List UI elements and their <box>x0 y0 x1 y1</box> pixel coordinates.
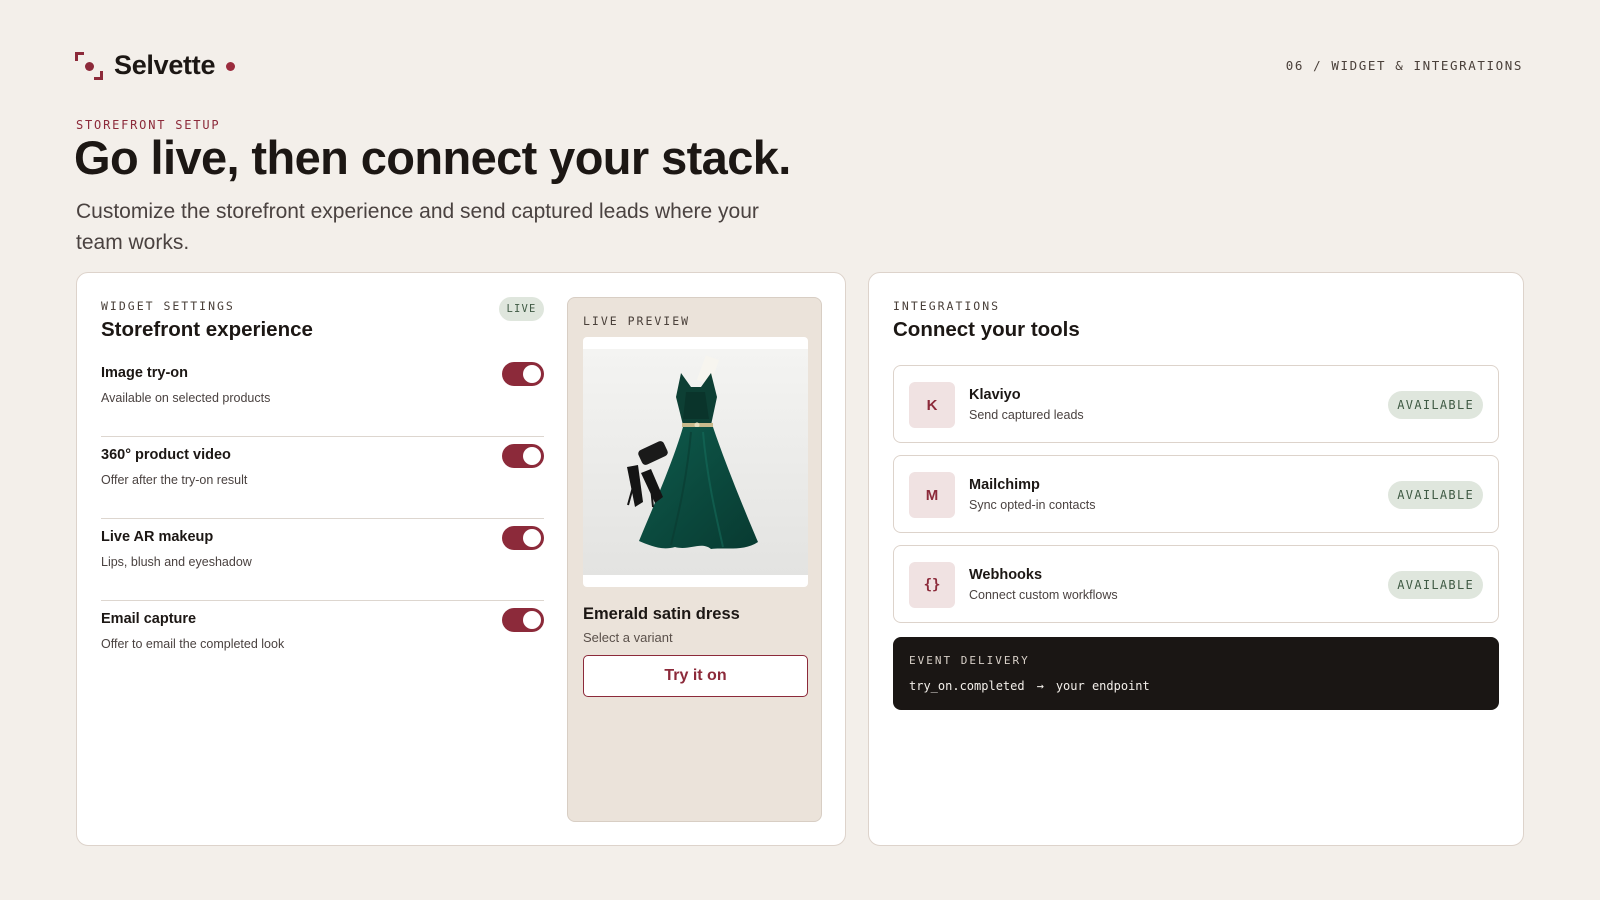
page-title: Go live, then connect your stack. <box>74 131 791 184</box>
event-route: try_on.completed → your endpoint <box>909 679 1150 693</box>
event-delivery-label: EVENT DELIVERY <box>909 654 1030 667</box>
integration-description: Sync opted-in contacts <box>969 498 1096 512</box>
integration-webhooks[interactable]: {} Webhooks Connect custom workflows AVA… <box>893 545 1499 623</box>
toggle-knob <box>523 447 541 465</box>
brand-dot-icon <box>226 62 236 71</box>
integrations-card-title: Connect your tools <box>893 318 1080 341</box>
setting-description: Available on selected products <box>101 391 271 405</box>
integrations-list: K Klaviyo Send captured leads AVAILABLE … <box>893 365 1499 635</box>
webhooks-braces-icon: {} <box>909 562 955 608</box>
page-subtitle: Customize the storefront experience and … <box>76 200 759 254</box>
integrations-section-label: INTEGRATIONS <box>893 299 1001 313</box>
page-counter: 06 / WIDGET & INTEGRATIONS <box>1285 58 1523 73</box>
integration-description: Connect custom workflows <box>969 588 1118 602</box>
brand-mark-icon <box>75 51 103 80</box>
product-video-toggle[interactable] <box>502 444 544 468</box>
product-image <box>583 337 808 587</box>
dress-illustration <box>583 349 808 575</box>
preview-label: LIVE PREVIEW <box>583 314 691 328</box>
klaviyo-icon: K <box>909 382 955 428</box>
widget-card-title: Storefront experience <box>101 318 313 341</box>
event-destination: your endpoint <box>1055 679 1150 693</box>
integration-name: Klaviyo <box>969 387 1021 403</box>
integrations-card: INTEGRATIONS Connect your tools K Klaviy… <box>868 272 1524 846</box>
brand-name: Selvette <box>114 50 216 80</box>
live-status-badge: LIVE <box>499 297 544 321</box>
setting-title: Live AR makeup <box>101 529 214 545</box>
ar-makeup-toggle[interactable] <box>502 526 544 550</box>
integration-name: Webhooks <box>969 567 1043 583</box>
toggle-knob <box>523 365 541 383</box>
setting-description: Lips, blush and eyeshadow <box>101 555 252 569</box>
variant-selector[interactable]: Select a variant <box>583 630 673 645</box>
event-name: try_on.completed <box>909 679 1025 693</box>
product-name: Emerald satin dress <box>583 605 740 623</box>
email-capture-toggle[interactable] <box>502 608 544 632</box>
setting-description: Offer after the try-on result <box>101 473 248 487</box>
mailchimp-icon: M <box>909 472 955 518</box>
event-delivery-panel: EVENT DELIVERY try_on.completed → your e… <box>893 637 1499 710</box>
available-badge[interactable]: AVAILABLE <box>1388 571 1483 599</box>
available-badge[interactable]: AVAILABLE <box>1388 391 1483 419</box>
setting-description: Offer to email the completed look <box>101 637 285 651</box>
settings-list: Image try-on Available on selected produ… <box>101 355 544 683</box>
image-try-on-toggle[interactable] <box>502 362 544 386</box>
setting-title: Email capture <box>101 611 197 627</box>
available-badge[interactable]: AVAILABLE <box>1388 481 1483 509</box>
setting-image-try-on: Image try-on Available on selected produ… <box>101 355 544 437</box>
setting-360-product-video: 360° product video Offer after the try-o… <box>101 437 544 519</box>
setting-title: 360° product video <box>101 447 231 463</box>
setting-title: Image try-on <box>101 365 189 381</box>
widget-settings-card: WIDGET SETTINGS Storefront experience LI… <box>76 272 846 846</box>
live-preview-panel: LIVE PREVIEW Emerald satin dress Select … <box>567 297 822 822</box>
toggle-knob <box>523 611 541 629</box>
toggle-knob <box>523 529 541 547</box>
setting-live-ar-makeup: Live AR makeup Lips, blush and eyeshadow <box>101 519 544 601</box>
setting-email-capture: Email capture Offer to email the complet… <box>101 601 544 683</box>
widget-section-label: WIDGET SETTINGS <box>101 299 235 313</box>
integration-mailchimp[interactable]: M Mailchimp Sync opted-in contacts AVAIL… <box>893 455 1499 533</box>
integration-description: Send captured leads <box>969 408 1084 422</box>
integration-klaviyo[interactable]: K Klaviyo Send captured leads AVAILABLE <box>893 365 1499 443</box>
integration-name: Mailchimp <box>969 477 1040 493</box>
arrow-right-icon: → <box>1036 679 1044 693</box>
try-it-on-button[interactable]: Try it on <box>583 655 808 697</box>
brand-logo[interactable]: Selvette <box>75 50 236 81</box>
